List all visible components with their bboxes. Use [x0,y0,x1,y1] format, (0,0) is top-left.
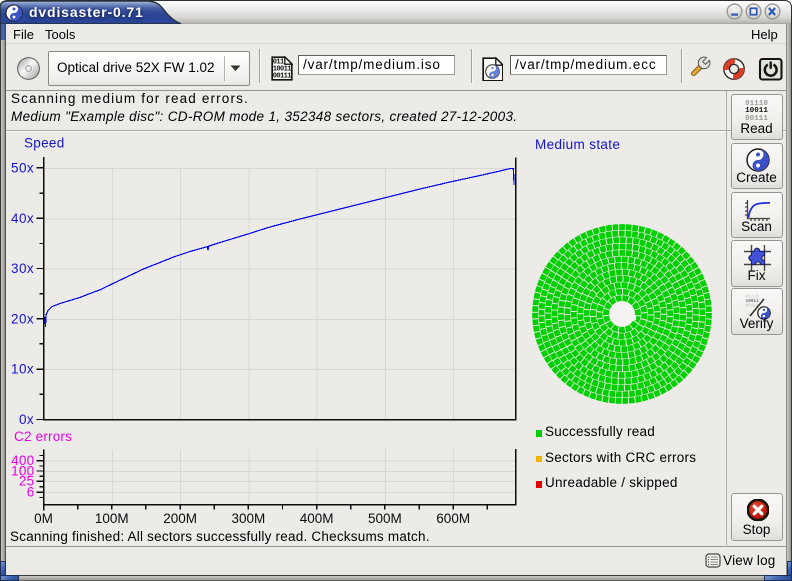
svg-text:600M: 600M [436,511,470,526]
svg-text:100M: 100M [95,511,129,526]
svg-text:0x: 0x [19,412,34,427]
svg-text:200M: 200M [163,511,197,526]
svg-text:C2 errors: C2 errors [14,429,72,444]
svg-text:10x: 10x [11,362,34,377]
svg-text:00111: 00111 [272,72,290,80]
svg-text:20x: 20x [11,311,34,326]
svg-text:300M: 300M [232,511,266,526]
svg-text:30x: 30x [11,261,34,276]
svg-text:40x: 40x [11,211,34,226]
svg-text:400M: 400M [300,511,334,526]
svg-text:Speed: Speed [24,136,65,151]
svg-text:50x: 50x [11,161,34,176]
svg-text:0M: 0M [34,511,53,526]
svg-text:500M: 500M [368,511,402,526]
svg-text:6: 6 [27,485,35,500]
